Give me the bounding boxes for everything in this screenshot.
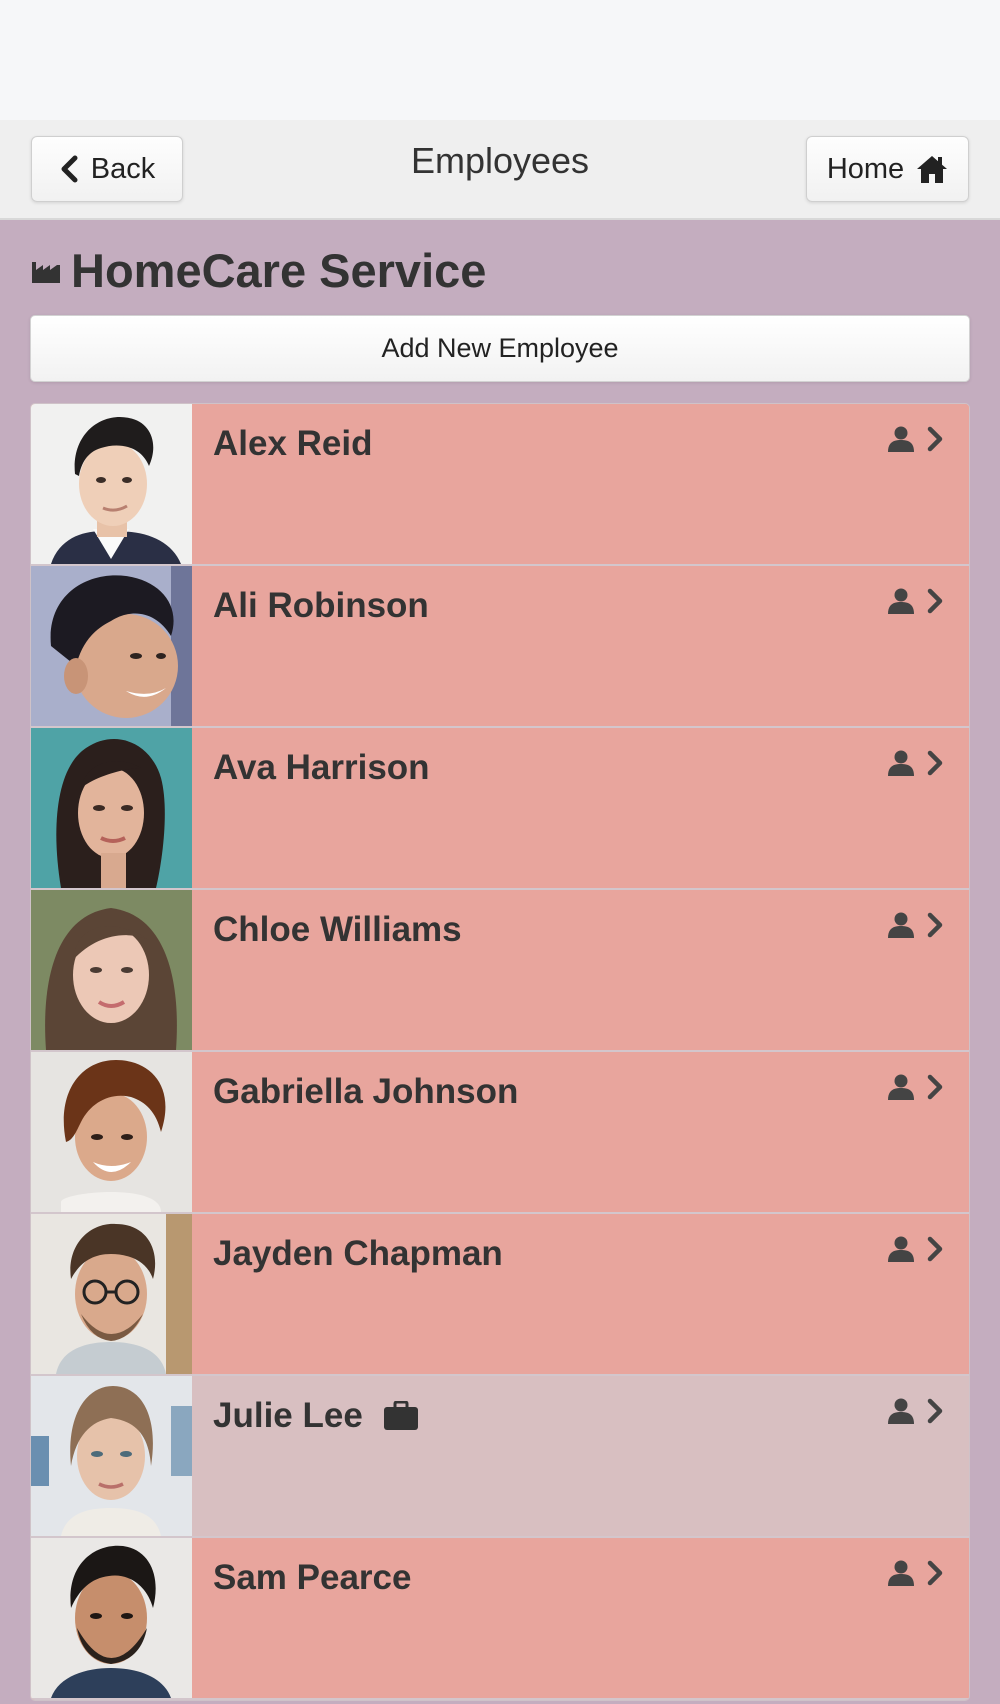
employee-name: Sam Pearce: [213, 1558, 412, 1597]
home-button-label: Home: [826, 152, 905, 185]
chevron-right-icon: [927, 588, 943, 614]
employee-row[interactable]: Jayden Chapman: [31, 1214, 969, 1376]
factory-icon: [32, 262, 60, 283]
person-icon: [888, 1074, 914, 1100]
employee-row[interactable]: Sam Pearce: [31, 1538, 969, 1700]
employee-row[interactable]: Gabriella Johnson: [31, 1052, 969, 1214]
row-icons: [887, 426, 943, 452]
person-icon: [888, 1236, 914, 1262]
person-icon: [888, 426, 914, 452]
navbar: Back Employees Home: [0, 120, 1000, 220]
row-icons: [887, 1074, 943, 1100]
avatar: [31, 1376, 192, 1536]
avatar: [31, 566, 192, 726]
briefcase-icon: [383, 1401, 418, 1430]
row-icons: [887, 912, 943, 938]
chevron-right-icon: [927, 750, 943, 776]
person-icon: [888, 1560, 914, 1586]
employee-row[interactable]: Julie Lee: [31, 1376, 969, 1538]
row-icons: [887, 588, 943, 614]
avatar: [31, 728, 192, 888]
employee-list: Alex Reid Ali Robinson Ava Harrison Chlo…: [30, 403, 970, 1701]
person-icon: [888, 912, 914, 938]
home-icon: [917, 156, 948, 183]
row-icons: [887, 1560, 943, 1586]
employee-row[interactable]: Alex Reid: [31, 404, 969, 566]
chevron-right-icon: [927, 1560, 943, 1586]
chevron-right-icon: [927, 1074, 943, 1100]
employee-name: Julie Lee: [213, 1396, 419, 1436]
row-icons: [887, 1398, 943, 1424]
person-icon: [888, 750, 914, 776]
employee-name: Chloe Williams: [213, 910, 462, 949]
avatar: [31, 1214, 192, 1374]
employee-row[interactable]: Chloe Williams: [31, 890, 969, 1052]
employee-row[interactable]: Ali Robinson: [31, 566, 969, 728]
row-icons: [887, 1236, 943, 1262]
company-heading: HomeCare Service: [31, 240, 486, 300]
avatar: [31, 404, 192, 564]
status-bar-area: [0, 0, 1000, 120]
person-icon: [888, 1398, 914, 1424]
avatar: [31, 1538, 192, 1698]
row-icons: [887, 750, 943, 776]
employee-name: Gabriella Johnson: [213, 1072, 519, 1111]
company-name: HomeCare Service: [71, 243, 487, 297]
employee-name: Ava Harrison: [213, 748, 430, 787]
person-icon: [888, 588, 914, 614]
employee-row[interactable]: Ava Harrison: [31, 728, 969, 890]
employee-name: Jayden Chapman: [213, 1234, 503, 1273]
chevron-right-icon: [927, 1398, 943, 1424]
employee-name: Alex Reid: [213, 424, 373, 463]
chevron-right-icon: [927, 1236, 943, 1262]
employee-name: Ali Robinson: [213, 586, 429, 625]
add-new-employee-button[interactable]: Add New Employee: [30, 315, 970, 382]
home-button[interactable]: Home: [806, 136, 969, 202]
avatar: [31, 890, 192, 1050]
avatar: [31, 1052, 192, 1212]
chevron-right-icon: [927, 426, 943, 452]
chevron-right-icon: [927, 912, 943, 938]
